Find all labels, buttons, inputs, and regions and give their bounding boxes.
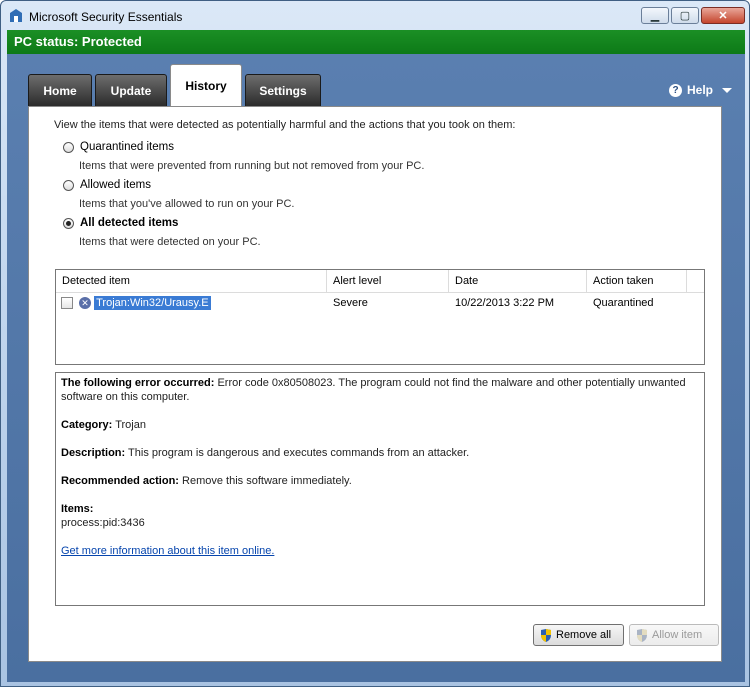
radio-label: Allowed items [80, 179, 151, 191]
list-header: Detected item Alert level Date Action ta… [56, 270, 704, 293]
allow-item-label: Allow item [652, 629, 703, 641]
row-checkbox[interactable] [61, 297, 73, 310]
chevron-down-icon [722, 87, 733, 93]
threat-icon: ✕ [79, 297, 92, 310]
help-label: Help [687, 83, 714, 97]
history-intro: View the items that were detected as pot… [54, 119, 516, 131]
maximize-button[interactable]: ▢ [671, 7, 699, 24]
items-value: process:pid:3436 [61, 517, 145, 529]
allow-item-button[interactable]: Allow item [629, 624, 719, 646]
window-controls: ▁ ▢ ✕ [641, 7, 745, 24]
tab-strip: Home Update History Settings [28, 64, 321, 106]
help-icon: ? [669, 83, 682, 97]
details-content: The following error occurred: Error code… [61, 376, 699, 572]
recommended-action-label: Recommended action: [61, 475, 179, 487]
radio-button[interactable] [63, 217, 74, 229]
tab-settings[interactable]: Settings [245, 74, 321, 106]
items-label: Items: [61, 503, 94, 515]
table-row[interactable]: ✕ Trojan:Win32/Urausy.E Severe 10/22/201… [56, 293, 704, 313]
minimize-button[interactable]: ▁ [641, 7, 669, 24]
help-menu[interactable]: ? Help [669, 83, 733, 97]
tab-update[interactable]: Update [95, 74, 167, 106]
remove-all-button[interactable]: Remove all [533, 624, 624, 646]
radio-description: Items that were prevented from running b… [79, 160, 425, 172]
remove-all-label: Remove all [556, 629, 612, 641]
column-detected-item[interactable]: Detected item [56, 270, 327, 292]
description-value: This program is dangerous and executes c… [128, 447, 470, 459]
error-label: The following error occurred: [61, 377, 215, 389]
cell-date: 10/22/2013 3:22 PM [455, 297, 555, 309]
uac-shield-icon [541, 628, 551, 642]
detected-items-list[interactable]: Detected item Alert level Date Action ta… [55, 269, 705, 365]
more-info-link[interactable]: Get more information about this item onl… [61, 545, 274, 557]
uac-shield-icon [637, 628, 647, 642]
category-value: Trojan [115, 419, 146, 431]
column-alert-level[interactable]: Alert level [327, 270, 449, 292]
security-essentials-icon [10, 9, 22, 22]
radio-label: Quarantined items [80, 141, 174, 153]
radio-quarantined[interactable]: Quarantined items [63, 141, 174, 153]
radio-button[interactable] [63, 179, 74, 191]
close-button[interactable]: ✕ [701, 7, 745, 24]
window-title: Microsoft Security Essentials [29, 10, 183, 24]
tab-history[interactable]: History [170, 64, 242, 106]
cell-detected-item: ✕ Trojan:Win32/Urausy.E [56, 293, 327, 313]
radio-description: Items that were detected on your PC. [79, 236, 261, 248]
radio-description: Items that you've allowed to run on your… [79, 198, 295, 210]
radio-allowed[interactable]: Allowed items [63, 179, 151, 191]
category-label: Category: [61, 419, 113, 431]
threat-name: Trojan:Win32/Urausy.E [94, 296, 211, 310]
history-panel: View the items that were detected as pot… [28, 106, 722, 662]
column-action-taken[interactable]: Action taken [587, 270, 687, 292]
pc-status-text: PC status: Protected [14, 34, 142, 49]
app-window: Microsoft Security Essentials ▁ ▢ ✕ PC s… [0, 0, 750, 687]
radio-label: All detected items [80, 217, 179, 229]
details-pane[interactable]: The following error occurred: Error code… [55, 372, 705, 606]
tab-home[interactable]: Home [28, 74, 92, 106]
status-bar: PC status: Protected [7, 30, 745, 54]
title-bar: Microsoft Security Essentials ▁ ▢ ✕ [1, 1, 749, 29]
recommended-action-value: Remove this software immediately. [182, 475, 352, 487]
radio-button[interactable] [63, 141, 74, 153]
radio-all-detected[interactable]: All detected items [63, 217, 178, 229]
description-label: Description: [61, 447, 126, 459]
cell-action-taken: Quarantined [593, 297, 654, 309]
column-date[interactable]: Date [449, 270, 587, 292]
cell-alert-level: Severe [333, 297, 368, 309]
